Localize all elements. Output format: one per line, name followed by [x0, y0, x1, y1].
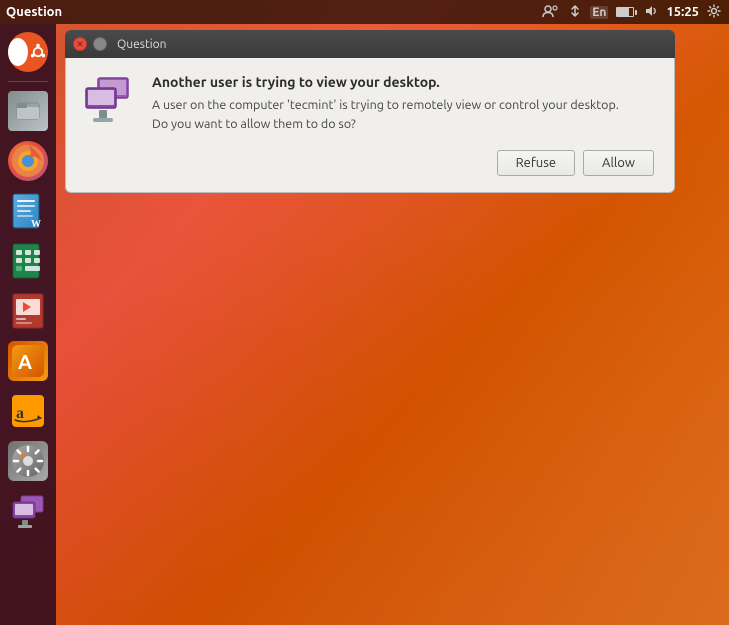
- network-icon[interactable]: [566, 4, 584, 21]
- volume-icon[interactable]: [642, 4, 660, 21]
- launcher-separator-1: [8, 81, 48, 82]
- dialog-message-line1: A user on the computer 'tecmint' is tryi…: [152, 98, 619, 112]
- svg-text:A: A: [18, 350, 32, 373]
- panel-right: En 15:25: [540, 4, 723, 21]
- dialog-titlebar: ✕ Question: [65, 30, 675, 58]
- dialog-container: ✕ Question: [65, 30, 675, 193]
- refuse-button[interactable]: Refuse: [497, 150, 575, 176]
- keyboard-indicator[interactable]: En: [590, 6, 608, 19]
- launcher-item-settings[interactable]: [4, 437, 52, 485]
- launcher-item-firefox[interactable]: [4, 137, 52, 185]
- window-minimize-button[interactable]: [93, 37, 107, 51]
- launcher-item-files[interactable]: [4, 87, 52, 135]
- launcher-item-amazon[interactable]: a: [4, 387, 52, 435]
- launcher-item-remote[interactable]: [4, 487, 52, 535]
- battery-icon[interactable]: [614, 6, 636, 19]
- dialog-heading: Another user is trying to view your desk…: [152, 74, 654, 90]
- dialog-message: A user on the computer 'tecmint' is tryi…: [152, 96, 654, 134]
- dialog-text-area: Another user is trying to view your desk…: [152, 74, 654, 134]
- panel-app-title: Question: [6, 5, 62, 19]
- dialog-body: Another user is trying to view your desk…: [65, 58, 675, 193]
- dialog-content: Another user is trying to view your desk…: [82, 74, 654, 134]
- allow-button[interactable]: Allow: [583, 150, 654, 176]
- panel-left: Question: [6, 5, 62, 19]
- launcher: W: [0, 24, 56, 625]
- top-panel: Question En 1: [0, 0, 729, 24]
- launcher-item-appstore[interactable]: A: [4, 337, 52, 385]
- svg-text:a: a: [16, 405, 24, 422]
- launcher-item-calc[interactable]: [4, 237, 52, 285]
- dialog-buttons: Refuse Allow: [82, 150, 654, 176]
- remote-desktop-icon: [82, 74, 138, 130]
- launcher-item-impress[interactable]: [4, 287, 52, 335]
- launcher-item-writer[interactable]: W: [4, 187, 52, 235]
- window-close-button[interactable]: ✕: [73, 37, 87, 51]
- panel-time: 15:25: [666, 5, 699, 19]
- dialog-icon-area: [82, 74, 138, 130]
- dialog-message-line2: Do you want to allow them to do so?: [152, 117, 356, 131]
- launcher-item-ubuntu[interactable]: [4, 28, 52, 76]
- svg-text:W: W: [31, 219, 41, 230]
- dialog-title: Question: [117, 38, 167, 51]
- messaging-icon[interactable]: [540, 4, 560, 21]
- panel-settings-icon[interactable]: [705, 4, 723, 21]
